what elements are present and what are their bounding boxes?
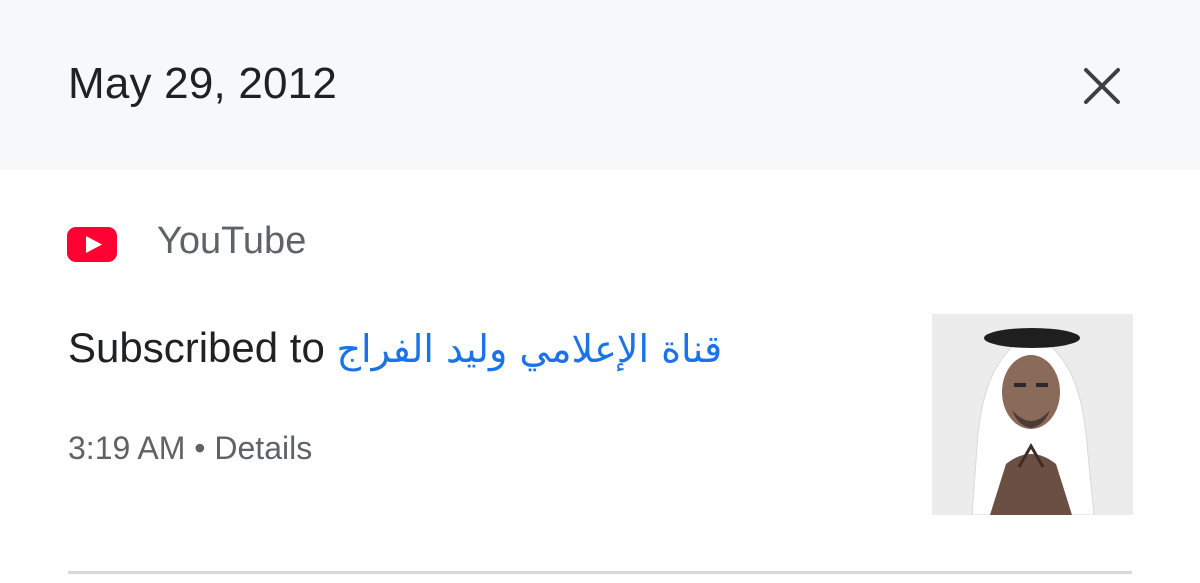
activity-card: YouTube Subscribed to قناة الإعلامي وليد… bbox=[0, 170, 1200, 583]
activity-meta: 3:19 AM • Details bbox=[68, 428, 312, 468]
avatar-image bbox=[932, 314, 1133, 515]
close-date-group-button[interactable] bbox=[1074, 58, 1130, 114]
close-icon bbox=[1084, 68, 1120, 104]
details-link[interactable]: Details bbox=[214, 430, 312, 466]
divider bbox=[68, 571, 1132, 574]
channel-link[interactable]: قناة الإعلامي وليد الفراج bbox=[337, 327, 723, 371]
activity-prefix: Subscribed to bbox=[68, 324, 325, 371]
date-header: May 29, 2012 bbox=[0, 0, 1200, 170]
source-name: YouTube bbox=[157, 220, 307, 262]
date-title: May 29, 2012 bbox=[68, 59, 338, 108]
activity-text: Subscribed to قناة الإعلامي وليد الفراج bbox=[68, 320, 722, 377]
youtube-logo-icon bbox=[67, 227, 117, 262]
activity-time: 3:19 AM bbox=[68, 430, 186, 466]
meta-separator: • bbox=[194, 430, 206, 466]
channel-thumbnail[interactable] bbox=[932, 314, 1133, 515]
